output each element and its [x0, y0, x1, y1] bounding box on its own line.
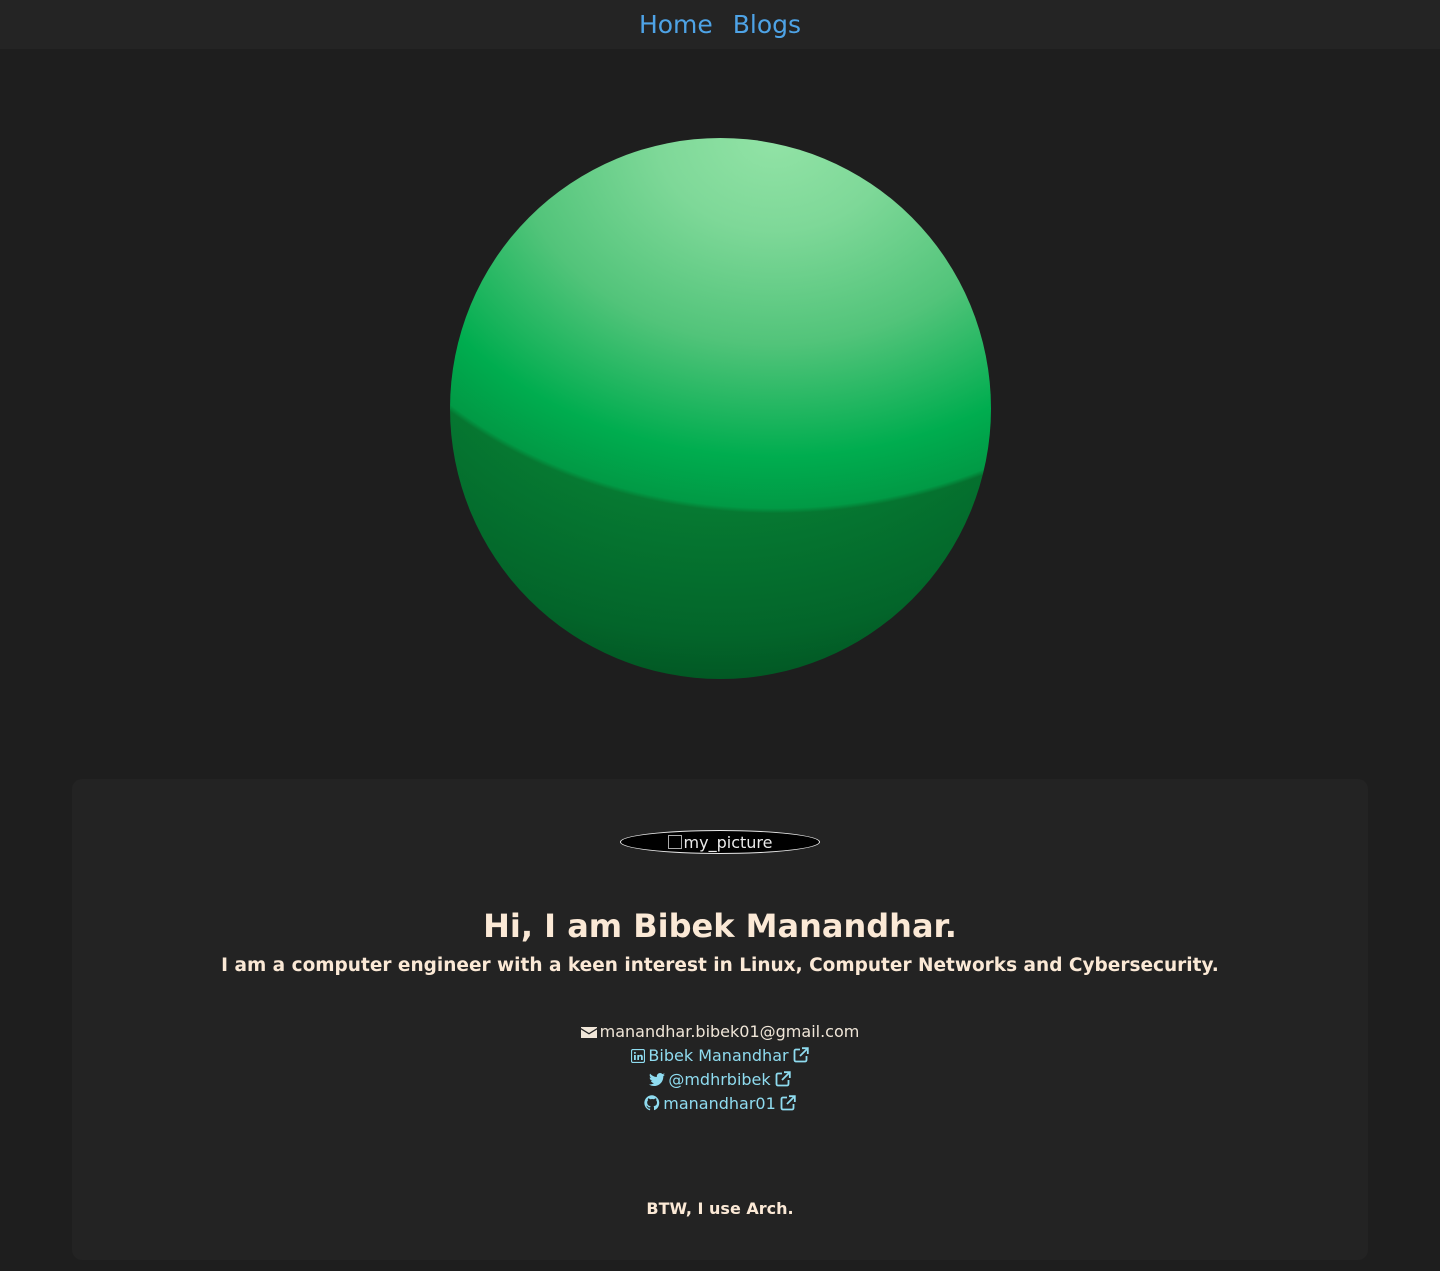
- github-text: manandhar01: [663, 1094, 776, 1113]
- linkedin-icon: [631, 1049, 646, 1063]
- twitter-text: @mdhrbibek: [668, 1070, 771, 1089]
- email-text[interactable]: manandhar.bibek01@gmail.com: [600, 1022, 860, 1041]
- contact-list: manandhar.bibek01@gmail.com Bibek Manand…: [72, 1020, 1368, 1116]
- green-sphere-graphic: [450, 138, 991, 679]
- broken-image-icon: [667, 835, 682, 849]
- contact-email: manandhar.bibek01@gmail.com: [72, 1020, 1368, 1044]
- profile-card: my_picture Hi, I am Bibek Manandhar. I a…: [72, 779, 1368, 1260]
- profile-subtitle: I am a computer engineer with a keen int…: [221, 955, 1219, 976]
- linkedin-text: Bibek Manandhar: [648, 1046, 789, 1065]
- avatar: my_picture: [620, 830, 820, 854]
- linkedin-link[interactable]: Bibek Manandhar: [72, 1044, 1368, 1068]
- profile-title: Hi, I am Bibek Manandhar.: [483, 907, 957, 945]
- github-link[interactable]: manandhar01: [72, 1092, 1368, 1116]
- github-icon: [644, 1095, 660, 1111]
- envelope-icon: [580, 1027, 597, 1038]
- external-link-icon: [775, 1071, 791, 1087]
- footer-note: BTW, I use Arch.: [646, 1199, 794, 1218]
- nav-blogs-link[interactable]: Blogs: [733, 0, 801, 49]
- nav-home-link[interactable]: Home: [639, 0, 713, 49]
- twitter-icon: [649, 1073, 666, 1086]
- twitter-link[interactable]: @mdhrbibek: [72, 1068, 1368, 1092]
- avatar-alt-text: my_picture: [683, 832, 773, 852]
- external-link-icon: [793, 1047, 809, 1063]
- external-link-icon: [780, 1095, 796, 1111]
- top-navigation: Home Blogs: [0, 0, 1440, 49]
